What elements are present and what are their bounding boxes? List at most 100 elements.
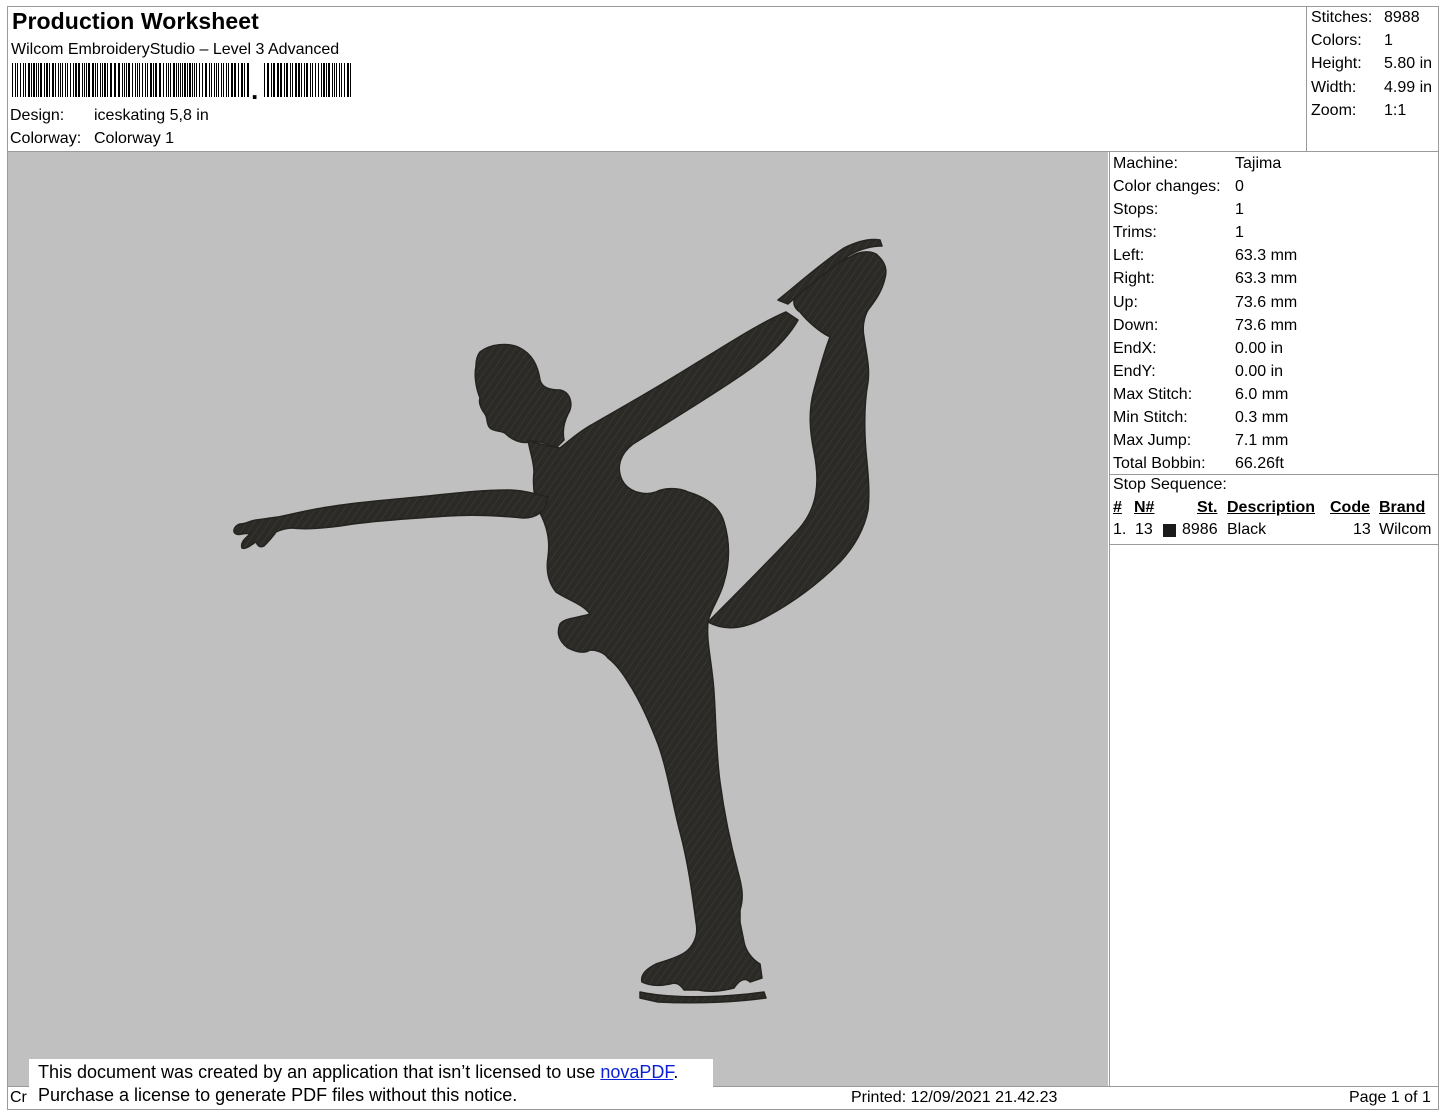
- barcode-bar: [118, 63, 120, 97]
- info-row: Color changes: 0: [1113, 175, 1297, 198]
- barcode-bar: [218, 63, 219, 97]
- ice-skater-icon: [233, 238, 887, 1004]
- design-value: iceskating 5,8 in: [94, 107, 209, 124]
- info-value: 0.00 in: [1235, 339, 1284, 357]
- footer-created-label: Cr: [10, 1089, 27, 1106]
- barcode-bar: [180, 63, 181, 97]
- barcode-bar: [178, 63, 179, 97]
- barcode-bar: [23, 63, 24, 97]
- stop-sequence-bottom-divider: [1110, 544, 1439, 545]
- info-value: 0: [1235, 178, 1244, 196]
- barcode-bar: [170, 63, 171, 97]
- info-row: Trims: 1: [1113, 221, 1297, 244]
- barcode-bar: [209, 63, 210, 97]
- info-row: Right: 63.3 mm: [1113, 267, 1297, 290]
- info-value: 0.3 mm: [1235, 409, 1289, 427]
- software-name: Wilcom EmbroideryStudio – Level 3 Advanc…: [11, 41, 340, 58]
- row-needle: 13: [1135, 521, 1153, 538]
- barcode-bar: [205, 63, 207, 97]
- info-value: Tajima: [1235, 155, 1282, 172]
- notice-text: This document was created by an applicat…: [38, 1062, 601, 1082]
- barcode-bar: [153, 63, 154, 97]
- summary-label: Height:: [1311, 55, 1362, 73]
- barcode-bar: [58, 63, 59, 97]
- barcode-bar: [214, 63, 215, 97]
- summary-row: Colors: 1: [1311, 29, 1432, 52]
- barcode-bar: [44, 63, 45, 97]
- barcode-bar: [38, 63, 39, 97]
- barcode-bar: [102, 63, 103, 97]
- barcode-bar: [192, 63, 193, 97]
- barcode-bar: [231, 63, 233, 97]
- barcode-bar: [341, 63, 342, 97]
- barcode-bar: [128, 63, 130, 97]
- info-label: Machine:: [1113, 155, 1178, 172]
- barcode-bar: [31, 63, 32, 97]
- barcode-bar: [284, 63, 285, 97]
- barcode-bar: [202, 63, 203, 97]
- colorway-value: Colorway 1: [94, 130, 175, 147]
- info-row: Down: 73.6 mm: [1113, 314, 1297, 337]
- barcode-bar: [273, 63, 275, 97]
- colorway-label: Colorway:: [10, 130, 82, 147]
- barcode-bar: [92, 63, 94, 97]
- row-description: Black: [1227, 521, 1267, 538]
- novapdf-link[interactable]: novaPDF: [600, 1062, 673, 1082]
- barcode-bar: [166, 63, 167, 97]
- info-label: Total Bobbin:: [1113, 455, 1206, 473]
- info-label: Right:: [1113, 270, 1155, 288]
- barcode-bar: [244, 63, 245, 97]
- barcode-bar: [290, 63, 291, 97]
- barcode-bar: [267, 63, 269, 97]
- barcode-bar: [84, 63, 85, 97]
- barcode-bar: [65, 63, 66, 97]
- row-stitches: 8986: [1182, 521, 1218, 538]
- barcode-separator: ,: [251, 75, 258, 99]
- colorway-row: Colorway: Colorway 1: [10, 130, 174, 148]
- barcode-bar: [306, 63, 308, 97]
- notice-punct: .: [673, 1062, 679, 1082]
- barcode-bar: [82, 63, 83, 97]
- barcode-bar: [182, 63, 183, 97]
- barcode-bar: [194, 63, 195, 97]
- stop-sequence-title: Stop Sequence:: [1113, 476, 1227, 493]
- barcode-bar: [78, 63, 80, 97]
- barcode-bar: [52, 63, 54, 97]
- info-value: 73.6 mm: [1235, 316, 1298, 334]
- license-notice: This document was created by an applicat…: [29, 1059, 713, 1109]
- barcode-bar: [328, 63, 330, 97]
- barcode-bar: [336, 63, 337, 97]
- barcode-bar: [20, 63, 21, 97]
- info-row: Stops: 1: [1113, 198, 1297, 221]
- barcode-bar: [139, 63, 140, 97]
- info-value: 7.1 mm: [1235, 432, 1289, 450]
- barcode-bar: [350, 63, 351, 97]
- barcode-bar: [271, 63, 272, 97]
- barcode-bar: [280, 63, 282, 97]
- info-value: 1: [1235, 201, 1244, 219]
- summary-value: 1: [1384, 32, 1393, 50]
- barcode-bar: [168, 63, 169, 97]
- barcode-bar: [114, 63, 116, 97]
- col-description: Description: [1227, 499, 1316, 516]
- barcode-bar: [247, 63, 249, 97]
- barcode-bar: [196, 63, 197, 97]
- stop-sequence-table: # N# St. Description Code Brand 1. 13 89…: [1113, 499, 1439, 543]
- barcode-bar: [137, 63, 138, 97]
- barcode-bar: [155, 63, 157, 97]
- summary-value: 1:1: [1384, 101, 1407, 119]
- barcode-bar: [12, 63, 13, 97]
- info-label: Max Stitch:: [1113, 385, 1193, 403]
- barcode-bar: [264, 63, 265, 97]
- barcode-bar: [226, 63, 227, 97]
- info-label: Max Jump:: [1113, 432, 1192, 450]
- info-label: Stops:: [1113, 201, 1159, 219]
- barcode-bar: [234, 63, 236, 97]
- barcode-bar: [304, 63, 305, 97]
- summary-value: 8988: [1384, 9, 1420, 26]
- barcode-bar: [60, 63, 61, 97]
- summary-label: Colors:: [1311, 32, 1362, 50]
- info-label: Left:: [1113, 247, 1145, 265]
- barcode-bar: [86, 63, 87, 97]
- row-brand: Wilcom: [1379, 521, 1432, 538]
